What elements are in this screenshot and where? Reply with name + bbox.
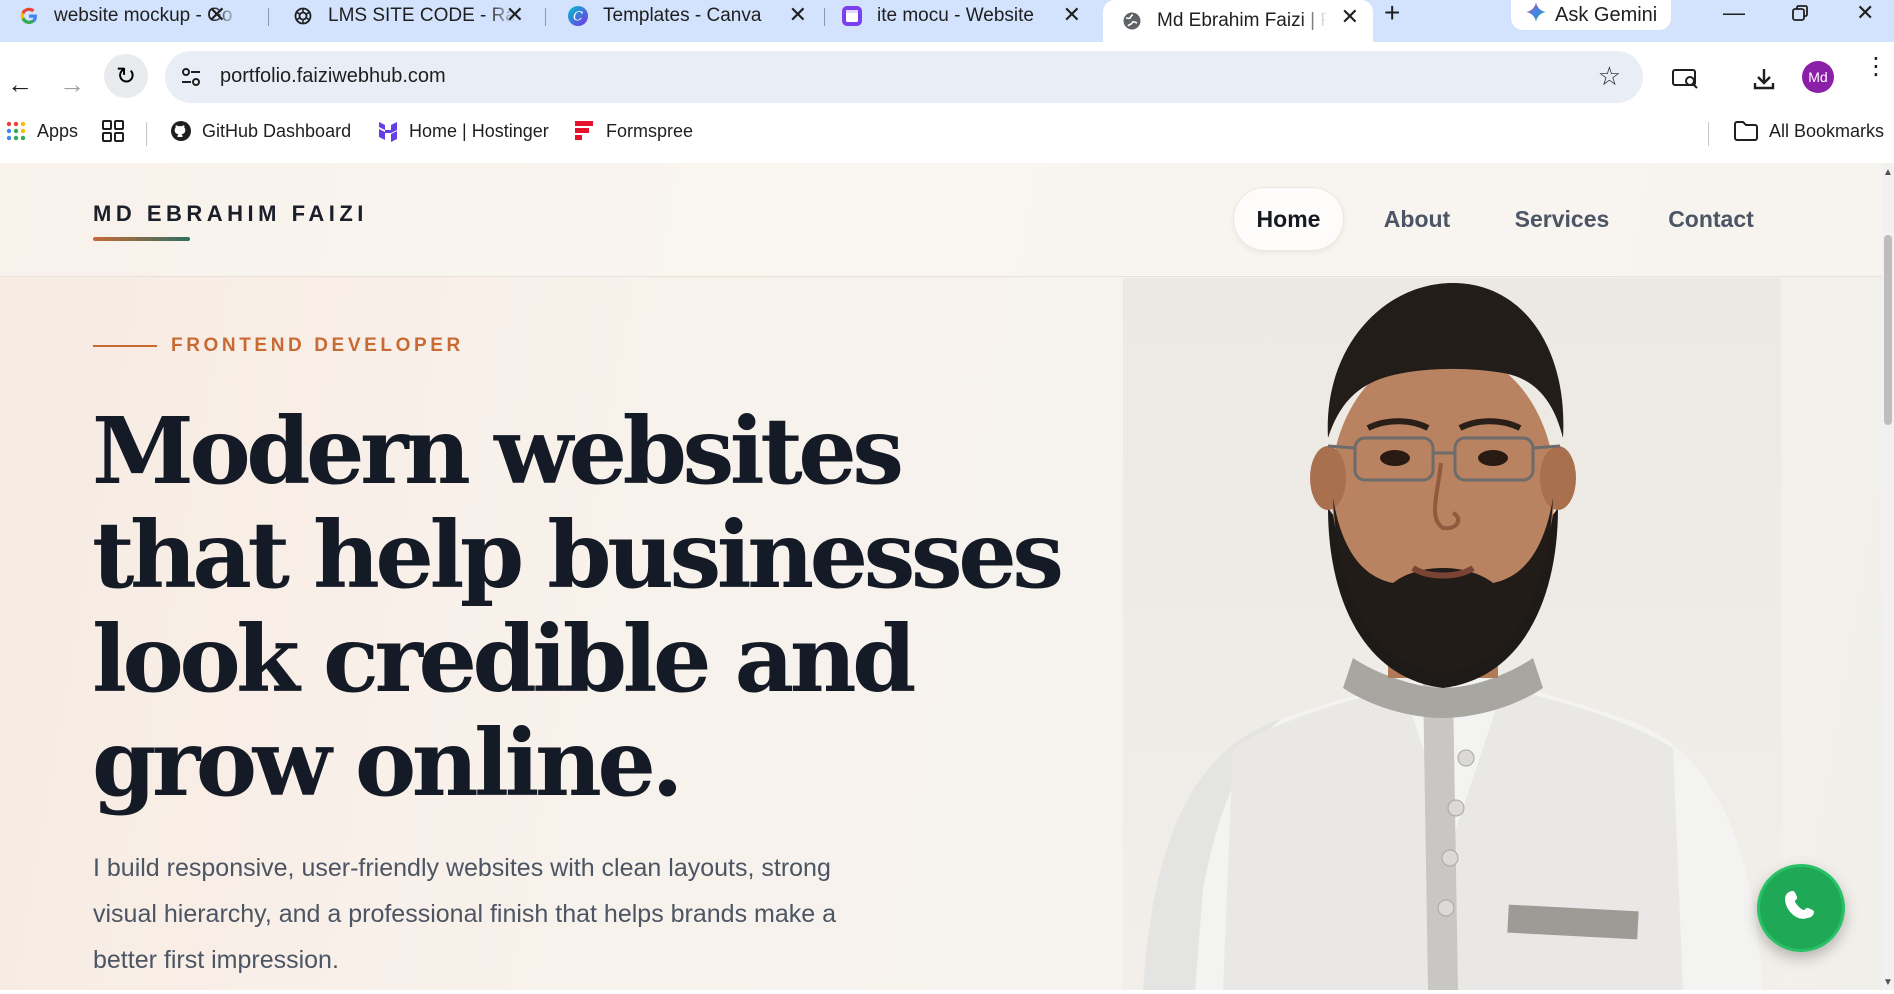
all-bookmarks-button[interactable]: All Bookmarks — [1733, 120, 1884, 142]
page-viewport: MD EBRAHIM FAIZI Home About Services Con… — [0, 163, 1882, 990]
browser-menu-button[interactable]: ⋮ — [1864, 55, 1888, 79]
nav-contact[interactable]: Contact — [1651, 187, 1771, 251]
page-scrollbar[interactable]: ▲ ▼ — [1882, 163, 1894, 990]
tab-separator — [268, 8, 269, 26]
bookmark-label: Formspree — [606, 120, 694, 141]
gemini-sparkle-icon — [1525, 1, 1547, 29]
close-window-button[interactable]: ✕ — [1856, 0, 1874, 26]
bookmark-hostinger[interactable]: Home | Hostinger — [377, 120, 549, 142]
bookmark-separator — [146, 122, 147, 146]
headline-line: look credible and — [92, 605, 916, 713]
new-tab-button[interactable]: + — [1384, 0, 1401, 28]
svg-text:C: C — [573, 10, 583, 25]
hero-intro: I build responsive, user-friendly websit… — [93, 845, 913, 983]
close-icon[interactable]: ✕ — [1063, 2, 1081, 28]
intro-line: visual hierarchy, and a professional fin… — [93, 900, 837, 928]
headline-line: that help businesses — [92, 501, 1064, 609]
avatar[interactable]: Md — [1802, 61, 1834, 93]
apps-grid-icon — [5, 120, 27, 142]
logo-underline — [93, 237, 190, 241]
bookmark-label: Home | Hostinger — [409, 120, 549, 141]
download-icon[interactable] — [1747, 62, 1781, 96]
bookmark-star-icon[interactable]: ☆ — [1598, 61, 1621, 92]
tab-title: ite mocu - Website — [877, 5, 1034, 26]
restore-icon — [1791, 2, 1809, 27]
bookmark-github-dashboard[interactable]: GitHub Dashboard — [170, 120, 351, 142]
back-button[interactable]: ← — [0, 64, 40, 104]
tab-title: Md Ebrahim Faizi | Fr — [1157, 10, 1327, 31]
reload-button[interactable]: ↻ — [104, 54, 148, 98]
all-bookmarks-label: All Bookmarks — [1769, 120, 1885, 141]
minimize-button[interactable]: — — [1723, 0, 1745, 26]
site-header: MD EBRAHIM FAIZI Home About Services Con… — [0, 163, 1882, 277]
minimize-icon: — — [1723, 0, 1745, 25]
bookmark-formspree[interactable]: Formspree — [574, 120, 693, 142]
scroll-up-arrow-icon[interactable]: ▲ — [1883, 167, 1893, 178]
ask-gemini-label: Ask Gemini — [1555, 3, 1658, 26]
tab-ite-mocu[interactable]: ite mocu - Website ✕ — [823, 0, 1095, 32]
arrow-left-icon: ← — [7, 68, 33, 99]
bookmark-separator — [1708, 122, 1709, 146]
nav-services[interactable]: Services — [1497, 187, 1627, 251]
bookmark-apps[interactable]: Apps — [5, 120, 78, 142]
hostinger-icon — [377, 120, 399, 142]
bookmark-tab-groups[interactable] — [102, 120, 134, 142]
cast-search-icon[interactable] — [1668, 62, 1702, 96]
avatar-initials: Md — [1808, 69, 1828, 85]
close-icon[interactable]: ✕ — [789, 2, 807, 28]
scrollbar-thumb[interactable] — [1884, 235, 1892, 425]
profile-photo — [1123, 278, 1781, 990]
google-icon — [18, 5, 40, 27]
whatsapp-button[interactable] — [1757, 864, 1845, 952]
intro-line: I build responsive, user-friendly websit… — [93, 854, 831, 882]
reload-icon: ↻ — [115, 62, 137, 90]
tab-website-mockup[interactable]: website mockup - Go ✕ — [0, 0, 240, 32]
globe-icon — [1121, 10, 1143, 32]
chatgpt-icon — [292, 5, 314, 27]
hero-headline: Modern websites that help businesses loo… — [92, 397, 1064, 817]
whatsapp-phone-icon — [1781, 886, 1821, 931]
tab-groups-icon — [102, 120, 124, 142]
bookmarks-bar: Apps GitHub Dashboard Home | Hostinger F… — [0, 112, 1894, 154]
restore-button[interactable] — [1791, 2, 1809, 28]
arrow-right-icon: → — [59, 68, 85, 99]
tab-strip: website mockup - Go ✕ LMS SITE CODE - Ra… — [0, 0, 1894, 42]
eyebrow-line — [93, 345, 157, 347]
headline-line: grow online. — [92, 709, 684, 817]
close-icon[interactable]: ✕ — [208, 2, 226, 28]
hero-eyebrow: FRONTEND DEVELOPER — [93, 335, 464, 357]
close-icon: ✕ — [1856, 0, 1875, 25]
tab-md-ebrahim-faizi[interactable]: Md Ebrahim Faizi | Fr ✕ — [1103, 0, 1373, 42]
nav-home[interactable]: Home — [1233, 187, 1344, 251]
forward-button[interactable]: → — [52, 64, 92, 104]
bookmark-label: GitHub Dashboard — [202, 120, 352, 141]
tab-title: LMS SITE CODE - Ran — [328, 5, 516, 26]
folder-icon — [1733, 120, 1759, 142]
bookmark-label: Apps — [37, 120, 79, 141]
intro-line: better first impression. — [93, 946, 339, 974]
close-icon[interactable]: ✕ — [506, 2, 524, 28]
formspree-icon — [574, 120, 596, 142]
close-icon[interactable]: ✕ — [1341, 4, 1359, 30]
canva-icon: C — [567, 5, 589, 27]
tab-title: Templates - Canva — [603, 5, 762, 26]
headline-line: Modern websites — [92, 397, 904, 505]
tab-lms-site-code[interactable]: LMS SITE CODE - Ran ✕ — [274, 0, 538, 32]
calendar-app-icon — [841, 5, 863, 27]
tab-templates-canva[interactable]: C Templates - Canva ✕ — [549, 0, 821, 32]
more-vert-icon: ⋮ — [1864, 53, 1888, 80]
github-icon — [170, 120, 192, 142]
address-bar[interactable]: portfolio.faiziwebhub.com ☆ — [165, 51, 1643, 103]
url-text[interactable]: portfolio.faiziwebhub.com — [220, 65, 446, 88]
site-logo[interactable]: MD EBRAHIM FAIZI — [93, 201, 368, 227]
scroll-down-arrow-icon[interactable]: ▼ — [1883, 977, 1893, 988]
plus-icon: + — [1384, 0, 1401, 28]
nav-about[interactable]: About — [1367, 187, 1467, 251]
tab-separator — [545, 8, 546, 26]
eyebrow-text: FRONTEND DEVELOPER — [171, 335, 464, 356]
site-info-icon[interactable] — [178, 64, 204, 90]
ask-gemini-button[interactable]: Ask Gemini — [1511, 0, 1671, 30]
